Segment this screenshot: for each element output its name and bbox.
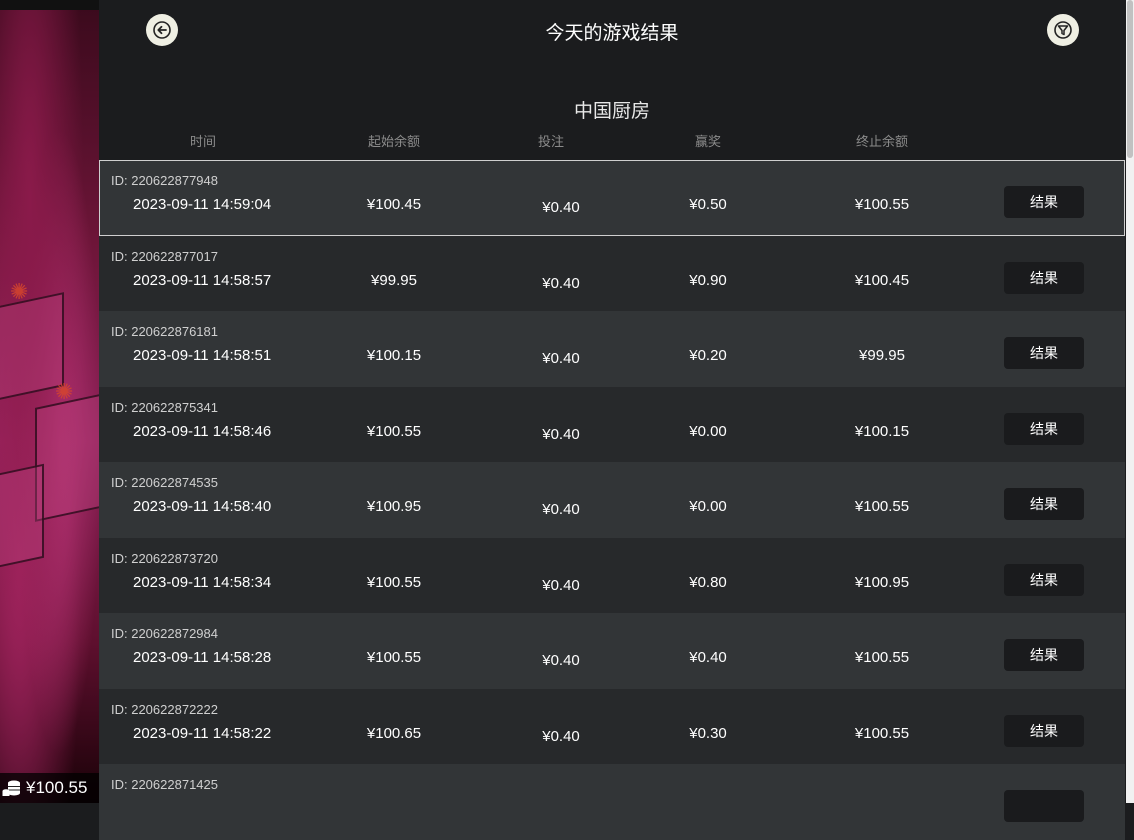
table-row[interactable]: ID: 220622872984 2023-09-11 14:58:28 ¥10… bbox=[99, 613, 1125, 689]
win-amount: ¥0.00 bbox=[689, 498, 727, 515]
result-button[interactable]: 结果 bbox=[1004, 714, 1084, 747]
table-row[interactable]: ID: 220622871425 bbox=[99, 764, 1125, 840]
result-button[interactable]: 结果 bbox=[1004, 337, 1084, 369]
round-time: 2023-09-11 14:58:40 bbox=[133, 498, 272, 515]
win-amount: ¥0.20 bbox=[689, 347, 727, 364]
table-row[interactable]: ID: 220622877948 2023-09-11 14:59:04 ¥10… bbox=[99, 160, 1125, 236]
scrollbar-thumb[interactable] bbox=[1127, 0, 1133, 158]
round-id: ID: 220622873720 bbox=[111, 550, 218, 566]
round-time: 2023-09-11 14:58:46 bbox=[133, 422, 272, 440]
table-row[interactable]: ID: 220622877017 2023-09-11 14:58:57 ¥99… bbox=[99, 235, 1125, 311]
round-id: ID: 220622872222 bbox=[111, 701, 218, 717]
start-balance: ¥99.95 bbox=[371, 271, 417, 289]
result-button[interactable] bbox=[1004, 790, 1084, 822]
scrollbar[interactable] bbox=[1126, 0, 1134, 803]
win-amount: ¥0.90 bbox=[689, 271, 727, 289]
round-time: 2023-09-11 14:59:04 bbox=[133, 196, 272, 213]
end-balance: ¥100.55 bbox=[854, 196, 910, 213]
round-id: ID: 220622871425 bbox=[111, 777, 218, 792]
column-header-win: 赢奖 bbox=[694, 135, 722, 150]
round-id: ID: 220622876181 bbox=[111, 324, 218, 339]
game-top-bar bbox=[0, 0, 99, 10]
start-balance: ¥100.45 bbox=[366, 196, 422, 213]
end-balance: ¥99.95 bbox=[859, 347, 905, 364]
round-id: ID: 220622877948 bbox=[111, 173, 218, 188]
round-time: 2023-09-11 14:58:34 bbox=[133, 573, 272, 591]
page-title: 今天的游戏结果 bbox=[545, 22, 679, 44]
bet-amount: ¥0.40 bbox=[542, 350, 580, 367]
column-header-start-balance: 起始余额 bbox=[367, 135, 421, 150]
table-row[interactable]: ID: 220622872222 2023-09-11 14:58:22 ¥10… bbox=[99, 688, 1125, 764]
win-amount: ¥0.00 bbox=[689, 422, 727, 440]
result-button[interactable]: 结果 bbox=[1004, 563, 1084, 596]
round-id: ID: 220622877017 bbox=[111, 248, 218, 264]
end-balance: ¥100.55 bbox=[854, 498, 910, 515]
table-row[interactable]: ID: 220622876181 2023-09-11 14:58:51 ¥10… bbox=[99, 311, 1125, 387]
bet-amount: ¥0.40 bbox=[542, 425, 580, 443]
win-amount: ¥0.80 bbox=[689, 573, 727, 591]
end-balance: ¥100.55 bbox=[854, 649, 910, 666]
start-balance: ¥100.15 bbox=[366, 347, 422, 364]
bet-amount: ¥0.40 bbox=[542, 576, 580, 594]
result-button[interactable]: 结果 bbox=[1004, 488, 1084, 520]
round-time: 2023-09-11 14:58:57 bbox=[133, 271, 272, 289]
coin-stack-icon bbox=[2, 780, 20, 796]
crayfish-icon: ✺ bbox=[55, 380, 74, 405]
result-button[interactable]: 结果 bbox=[1004, 639, 1084, 671]
table-row[interactable]: ID: 220622873720 2023-09-11 14:58:34 ¥10… bbox=[99, 537, 1125, 613]
filter-button[interactable] bbox=[1047, 14, 1079, 46]
bet-amount: ¥0.40 bbox=[542, 501, 580, 518]
balance-bar: ¥100.55 bbox=[0, 773, 99, 803]
round-time: 2023-09-11 14:58:22 bbox=[133, 724, 272, 742]
bet-amount: ¥0.40 bbox=[542, 652, 580, 669]
win-amount: ¥0.50 bbox=[689, 196, 727, 213]
round-id: ID: 220622872984 bbox=[111, 626, 218, 641]
win-amount: ¥0.30 bbox=[689, 724, 727, 742]
game-crate-decoration bbox=[0, 463, 44, 571]
column-header-time: 时间 bbox=[189, 135, 217, 150]
start-balance: ¥100.65 bbox=[366, 724, 422, 742]
result-button[interactable]: 结果 bbox=[1004, 412, 1084, 445]
bet-amount: ¥0.40 bbox=[542, 199, 580, 216]
start-balance: ¥100.55 bbox=[366, 649, 422, 666]
start-balance: ¥100.55 bbox=[366, 422, 422, 440]
table-row[interactable]: ID: 220622875341 2023-09-11 14:58:46 ¥10… bbox=[99, 386, 1125, 462]
round-id: ID: 220622874535 bbox=[111, 475, 218, 490]
round-time: 2023-09-11 14:58:28 bbox=[133, 649, 272, 666]
table-row[interactable]: ID: 220622874535 2023-09-11 14:58:40 ¥10… bbox=[99, 462, 1125, 538]
column-header-bet: 投注 bbox=[537, 135, 565, 150]
end-balance: ¥100.95 bbox=[854, 573, 910, 591]
game-crate-decoration bbox=[35, 392, 99, 522]
results-list: ID: 220622877948 2023-09-11 14:59:04 ¥10… bbox=[99, 160, 1125, 840]
bet-amount: ¥0.40 bbox=[542, 274, 580, 292]
start-balance: ¥100.55 bbox=[366, 573, 422, 591]
end-balance: ¥100.55 bbox=[854, 724, 910, 742]
header: 今天的游戏结果 bbox=[99, 0, 1125, 62]
round-time: 2023-09-11 14:58:51 bbox=[133, 347, 272, 364]
column-headers: 时间 起始余额 投注 赢奖 终止余额 bbox=[99, 131, 1125, 151]
end-balance: ¥100.15 bbox=[854, 422, 910, 440]
game-history-panel: 今天的游戏结果 中国厨房 时间 起始余额 投注 赢奖 终止余额 ID: 2206… bbox=[99, 0, 1125, 840]
balance-value: ¥100.55 bbox=[26, 778, 88, 797]
bet-amount: ¥0.40 bbox=[542, 727, 580, 745]
result-button[interactable]: 结果 bbox=[1004, 261, 1084, 294]
end-balance: ¥100.45 bbox=[854, 271, 910, 289]
crayfish-icon: ✺ bbox=[10, 280, 29, 305]
round-id: ID: 220622875341 bbox=[111, 399, 218, 415]
column-header-end-balance: 终止余额 bbox=[855, 135, 909, 150]
result-button[interactable]: 结果 bbox=[1004, 186, 1084, 218]
start-balance: ¥100.95 bbox=[366, 498, 422, 515]
game-background: ✺ ✺ ¥100.55 bbox=[0, 0, 99, 803]
filter-icon bbox=[1054, 21, 1072, 39]
game-name: 中国厨房 bbox=[573, 100, 650, 122]
win-amount: ¥0.40 bbox=[689, 649, 727, 666]
